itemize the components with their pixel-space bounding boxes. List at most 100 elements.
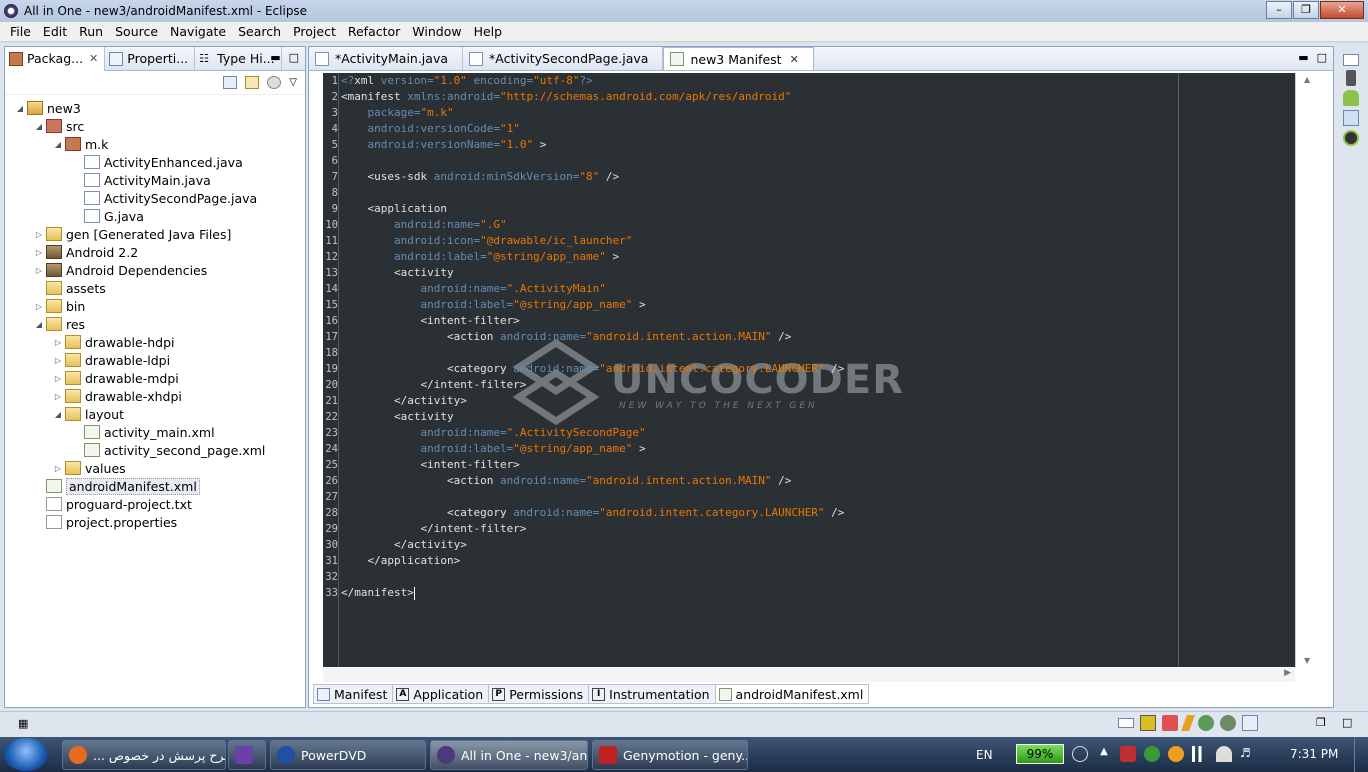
maximize-view-icon[interactable]: □	[289, 51, 299, 64]
tree-item[interactable]: ◢ src	[5, 117, 305, 135]
view-menu-icon[interactable]: ▽	[289, 77, 297, 88]
expand-icon[interactable]: ▷	[53, 338, 63, 347]
expand-icon[interactable]: ▷	[34, 230, 44, 239]
menu-project[interactable]: Project	[287, 24, 342, 39]
volume-icon[interactable]: ♬	[1240, 746, 1256, 762]
menu-help[interactable]: Help	[468, 24, 509, 39]
tree-item[interactable]: project.properties	[5, 513, 305, 531]
tree-item[interactable]: assets	[5, 279, 305, 297]
tree-item[interactable]: ◢ layout	[5, 405, 305, 423]
ddms-icon[interactable]	[1140, 715, 1156, 731]
device-icon[interactable]	[1346, 70, 1356, 86]
tree-item[interactable]: ▷ drawable-hdpi	[5, 333, 305, 351]
tab-package-explorer[interactable]: Packag... ✕	[5, 46, 106, 71]
pen-icon[interactable]	[1181, 715, 1195, 731]
tree-item[interactable]: ▷ values	[5, 459, 305, 477]
fast-view-icon[interactable]: ▦	[18, 717, 32, 731]
tree-item[interactable]: ▷ Android 2.2	[5, 243, 305, 261]
code-editor[interactable]: UNCOCODER NEW WAY TO THE NEXT GEN ▲ ▼ 1 <…	[323, 73, 1319, 667]
tree-item[interactable]: ActivityMain.java	[5, 171, 305, 189]
collapse-icon[interactable]: ◢	[34, 122, 44, 131]
tree-item[interactable]: proguard-project.txt	[5, 495, 305, 513]
restore-icon[interactable]	[1118, 718, 1134, 728]
expand-icon[interactable]: ▷	[34, 302, 44, 311]
debug-icon[interactable]	[1162, 715, 1178, 731]
menu-file[interactable]: File	[4, 24, 37, 39]
battery-meter[interactable]: 99%	[1016, 744, 1064, 764]
plugins-icon[interactable]	[1198, 715, 1214, 731]
menu-edit[interactable]: Edit	[37, 24, 73, 39]
taskbar-firefox[interactable]: ... طرح پرسش در خصوص	[62, 740, 226, 770]
wifi-icon[interactable]	[1216, 746, 1232, 762]
taskbar-eclipse[interactable]: All in One - new3/an...	[430, 740, 588, 770]
collapse-icon[interactable]: ◢	[53, 410, 63, 419]
start-button[interactable]	[4, 738, 48, 771]
expand-icon[interactable]: ▷	[53, 374, 63, 383]
tree-item[interactable]: ActivityEnhanced.java	[5, 153, 305, 171]
expand-icon[interactable]: ▷	[53, 356, 63, 365]
tab-properties[interactable]: Properti...	[105, 46, 196, 71]
tree-item[interactable]: ▷ drawable-ldpi	[5, 351, 305, 369]
taskbar-visual-studio[interactable]	[228, 740, 266, 770]
collapse-icon[interactable]: ◢	[34, 320, 44, 329]
minimize-button[interactable]: –	[1266, 1, 1292, 19]
maximize-view-icon[interactable]: □	[1342, 716, 1352, 729]
expand-icon[interactable]: ▷	[53, 392, 63, 401]
collapse-icon[interactable]: ◢	[53, 140, 63, 149]
tab-activitysecondpage-java[interactable]: *ActivitySecondPage.java	[463, 47, 664, 70]
security-icon[interactable]	[1144, 746, 1160, 762]
tree-item[interactable]: ▷ bin	[5, 297, 305, 315]
tree-item[interactable]: activity_second_page.xml	[5, 441, 305, 459]
tree-item[interactable]: ◢ new3	[5, 99, 305, 117]
expand-icon[interactable]: ▷	[34, 248, 44, 257]
tree-item[interactable]: ▷ Android Dependencies	[5, 261, 305, 279]
menu-source[interactable]: Source	[109, 24, 164, 39]
clock[interactable]: 7:31 PM	[1290, 747, 1338, 761]
scroll-down-icon[interactable]: ▼	[1304, 656, 1310, 665]
link-with-editor-icon[interactable]	[245, 76, 260, 89]
tree-item[interactable]: ◢ m.k	[5, 135, 305, 153]
minimize-view-icon[interactable]: ▬	[270, 51, 280, 64]
taskbar-genymotion[interactable]: Genymotion - geny...	[592, 740, 748, 770]
tab-androidmanifest-xml[interactable]: androidManifest.xml	[714, 684, 870, 704]
menu-window[interactable]: Window	[406, 24, 467, 39]
tree-item[interactable]: ◢ res	[5, 315, 305, 333]
collapse-all-icon[interactable]	[223, 76, 238, 89]
scroll-right-icon[interactable]: ▶	[1284, 668, 1291, 678]
tree-item[interactable]: ▷ drawable-mdpi	[5, 369, 305, 387]
tree-item[interactable]: androidManifest.xml	[5, 477, 305, 495]
restore-icon[interactable]: ❐	[1316, 716, 1326, 729]
tree-item[interactable]: activity_main.xml	[5, 423, 305, 441]
menu-run[interactable]: Run	[73, 24, 109, 39]
tree-item[interactable]: ▷ gen [Generated Java Files]	[5, 225, 305, 243]
show-desktop-button[interactable]	[1354, 737, 1368, 772]
tree-item[interactable]: ActivitySecondPage.java	[5, 189, 305, 207]
tab-permissions[interactable]: P Permissions	[488, 684, 590, 704]
collapse-icon[interactable]: ◢	[15, 104, 25, 113]
tab-instrumentation[interactable]: I Instrumentation	[588, 684, 716, 704]
settings-icon[interactable]	[1220, 715, 1236, 731]
network-icon[interactable]	[1120, 746, 1136, 762]
vertical-scrollbar[interactable]: ▲ ▼	[1295, 73, 1319, 667]
scroll-up-icon[interactable]: ▲	[1304, 75, 1310, 84]
tree-item[interactable]: ▷ drawable-xhdpi	[5, 387, 305, 405]
browser-icon[interactable]	[1168, 746, 1184, 762]
tab-application[interactable]: A Application	[392, 684, 490, 704]
monitor-icon[interactable]	[1343, 130, 1359, 146]
android-icon[interactable]	[1343, 90, 1359, 106]
hierarchy-icon[interactable]	[1343, 110, 1359, 126]
menu-navigate[interactable]: Navigate	[164, 24, 232, 39]
expand-icon[interactable]: ▷	[53, 464, 63, 473]
tab-type-hierarchy[interactable]: ☷ Type Hi...	[195, 46, 282, 71]
filter-icon[interactable]	[267, 76, 282, 89]
close-icon[interactable]: ✕	[89, 52, 98, 65]
tab-manifest[interactable]: Manifest	[313, 684, 394, 704]
minimize-view-icon[interactable]: ▬	[1298, 51, 1308, 64]
maximize-button[interactable]: ❐	[1293, 1, 1319, 19]
signal-icon[interactable]	[1192, 746, 1208, 762]
maximize-view-icon[interactable]: □	[1317, 51, 1327, 64]
language-indicator[interactable]: EN	[976, 737, 993, 772]
menu-search[interactable]: Search	[232, 24, 287, 39]
restore-icon[interactable]	[1343, 54, 1359, 66]
tab-activitymain-java[interactable]: *ActivityMain.java	[309, 47, 464, 70]
